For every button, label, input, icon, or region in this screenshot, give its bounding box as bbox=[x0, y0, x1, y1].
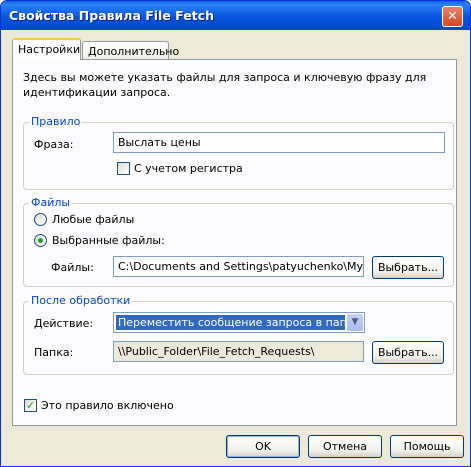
checkmark-icon: ✓ bbox=[25, 399, 36, 412]
rule-enabled-checkbox[interactable]: ✓ bbox=[24, 399, 37, 412]
close-button[interactable]: ✕ bbox=[442, 6, 463, 27]
browse-folder-button[interactable]: Выбрать... bbox=[372, 341, 444, 364]
selected-files-label[interactable]: Выбранные файлы: bbox=[52, 234, 165, 248]
folder-path-input[interactable]: \\Public_Folder\File_Fetch_Requests\ bbox=[113, 341, 364, 362]
any-files-radio[interactable] bbox=[34, 213, 47, 226]
action-select-value: Переместить сообщение запроса в папку bbox=[116, 315, 345, 330]
browse-files-button[interactable]: Выбрать... bbox=[372, 256, 444, 279]
any-files-label[interactable]: Любые файлы bbox=[52, 213, 134, 227]
window-title: Свойства Правила File Fetch bbox=[9, 8, 214, 23]
after-processing-title: После обработки bbox=[29, 294, 133, 308]
action-label: Действие: bbox=[34, 317, 94, 330]
tab-settings[interactable]: Настройки bbox=[12, 38, 81, 60]
action-select[interactable]: Переместить сообщение запроса в папку ▼ bbox=[113, 312, 365, 333]
folder-label: Папка: bbox=[34, 346, 74, 359]
case-sensitive-checkbox[interactable] bbox=[117, 162, 130, 175]
close-icon: ✕ bbox=[447, 9, 458, 24]
files-path-input[interactable]: C:\Documents and Settings\patyuchenko\My… bbox=[113, 256, 364, 277]
files-label: Файлы: bbox=[51, 261, 94, 274]
cancel-button[interactable]: Отмена bbox=[308, 435, 382, 458]
title-bar[interactable]: Свойства Правила File Fetch ✕ bbox=[1, 1, 470, 30]
files-group-title: Файлы bbox=[29, 196, 73, 210]
phrase-input[interactable]: Выслать цены bbox=[113, 132, 445, 153]
properties-dialog: Свойства Правила File Fetch ✕ Настройки … bbox=[0, 0, 471, 467]
radio-selected-dot bbox=[38, 238, 43, 243]
rule-enabled-label[interactable]: Это правило включено bbox=[41, 399, 174, 413]
phrase-label: Фраза: bbox=[34, 138, 74, 151]
ok-button[interactable]: OK bbox=[226, 435, 300, 458]
selected-files-radio[interactable] bbox=[34, 234, 47, 247]
chevron-down-icon[interactable]: ▼ bbox=[347, 314, 363, 331]
intro-text: Здесь вы можете указать файлы для запрос… bbox=[23, 71, 427, 99]
rule-group-title: Правило bbox=[29, 115, 83, 129]
help-button[interactable]: Помощь bbox=[390, 435, 464, 458]
tab-advanced[interactable]: Дополнительно bbox=[82, 41, 179, 61]
case-sensitive-label[interactable]: С учетом регистра bbox=[134, 162, 243, 176]
